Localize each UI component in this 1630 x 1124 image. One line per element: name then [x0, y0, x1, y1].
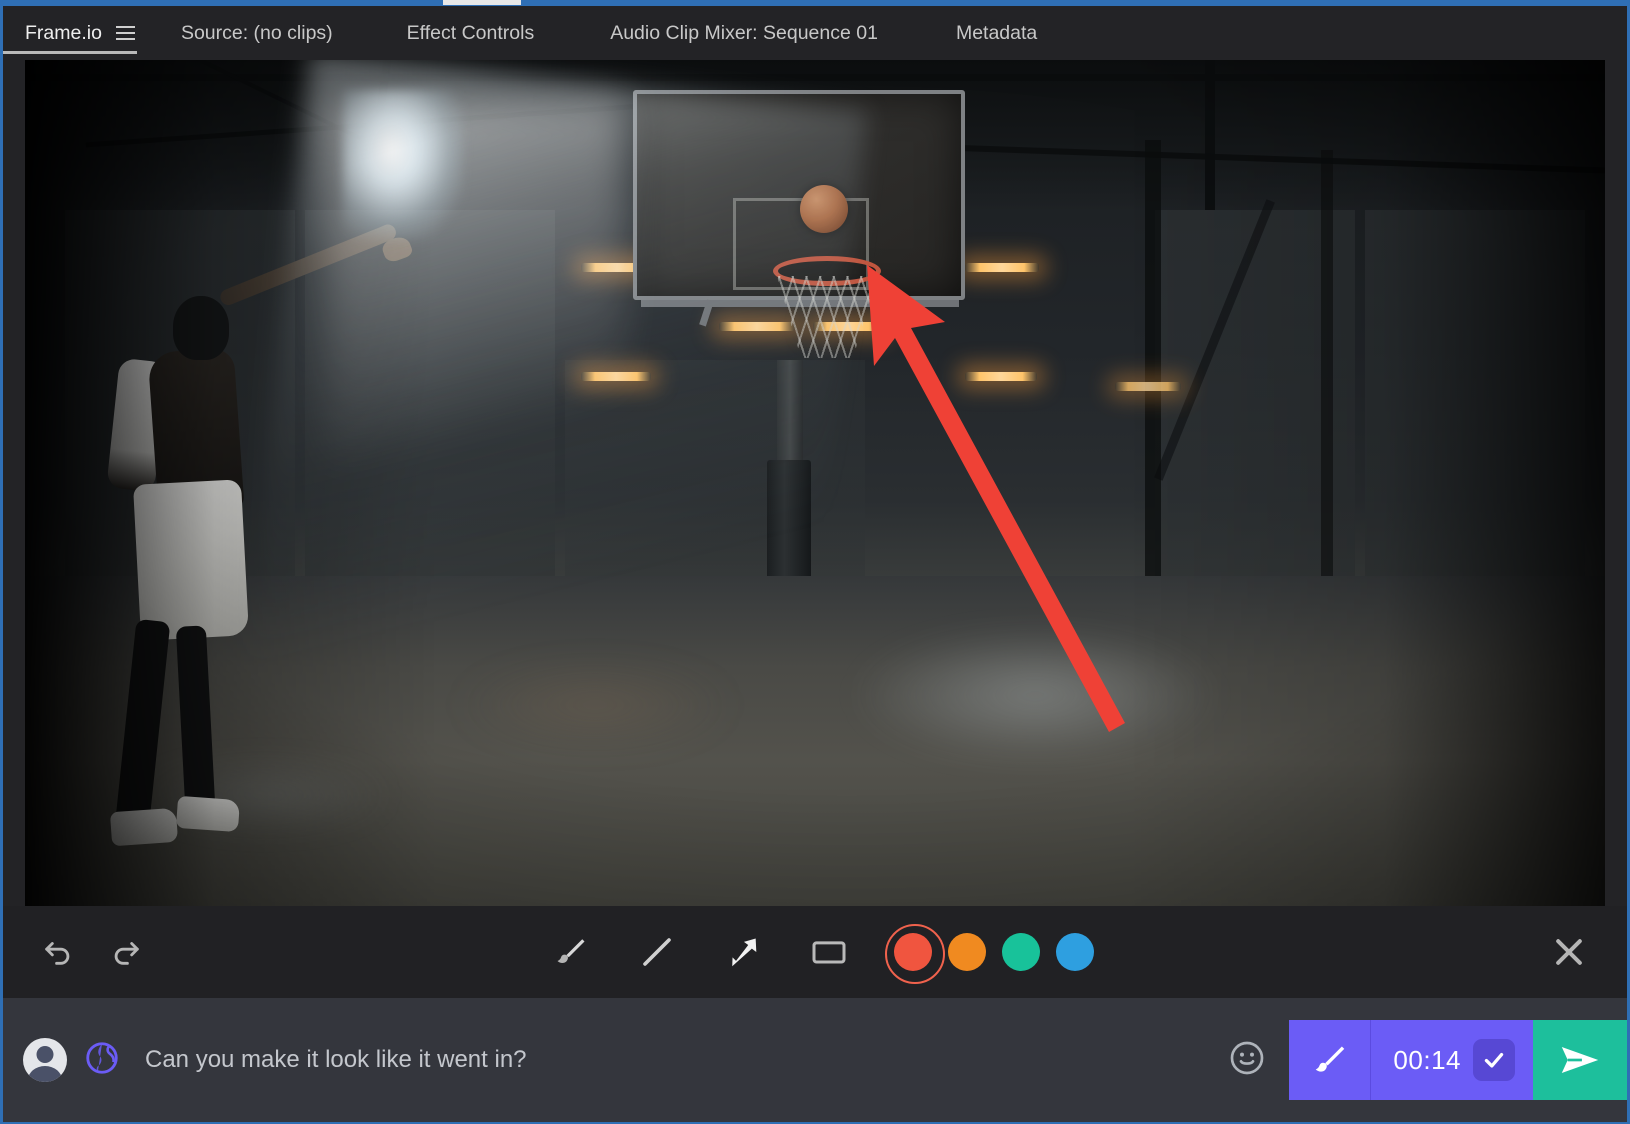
strip-light: [581, 372, 651, 381]
strip-light: [1115, 382, 1181, 391]
player-shoe: [109, 807, 179, 847]
redo-button[interactable]: [99, 925, 153, 979]
rafter-beam: [1205, 60, 1215, 210]
tab-source-label: Source: (no clips): [180, 21, 333, 44]
history-controls: [31, 925, 153, 979]
tab-metadata[interactable]: Metadata: [956, 6, 1037, 60]
window-top-sliver: [443, 0, 521, 5]
annotation-toolbar: [3, 906, 1627, 998]
panel-menu-icon[interactable]: [115, 26, 135, 40]
globe-icon[interactable]: [83, 1039, 121, 1082]
rectangle-tool[interactable]: [802, 925, 856, 979]
comment-draw-button[interactable]: [1289, 1020, 1372, 1100]
tab-effect-controls-label: Effect Controls: [406, 21, 535, 44]
comment-input[interactable]: [145, 1046, 1228, 1074]
brush-tool[interactable]: [544, 925, 598, 979]
floor-light-pool: [855, 630, 1215, 760]
rafter-beam: [25, 74, 1605, 81]
send-comment-button[interactable]: [1533, 1020, 1627, 1100]
strip-light: [719, 322, 795, 331]
tab-audio-clip-mixer[interactable]: Audio Clip Mixer: Sequence 01: [610, 6, 878, 60]
line-tool[interactable]: [630, 925, 684, 979]
comment-timestamp-label: 00:14: [1393, 1044, 1461, 1075]
skylight-glow: [343, 90, 463, 240]
strip-light: [965, 263, 1039, 272]
gym-floor: [25, 576, 1605, 906]
tab-audio-clip-mixer-label: Audio Clip Mixer: Sequence 01: [610, 21, 878, 44]
panel-tab-bar: Frame.io Source: (no clips) Effect Contr…: [3, 6, 1627, 60]
user-avatar[interactable]: [23, 1038, 67, 1082]
video-viewer[interactable]: [25, 60, 1605, 906]
color-swatch-orange[interactable]: [948, 933, 986, 971]
color-swatches: [885, 924, 1102, 984]
tab-source[interactable]: Source: (no clips): [181, 6, 333, 60]
color-swatch-blue[interactable]: [1056, 933, 1094, 971]
color-swatch-red[interactable]: [885, 924, 945, 984]
player-shorts: [132, 479, 250, 641]
tab-effect-controls[interactable]: Effect Controls: [407, 6, 535, 60]
avatar-body: [28, 1066, 62, 1082]
emoji-icon[interactable]: [1227, 1038, 1267, 1083]
undo-button[interactable]: [31, 925, 85, 979]
comment-timestamp-button[interactable]: 00:14: [1371, 1020, 1533, 1100]
player-shoe: [175, 795, 241, 833]
tab-frameio[interactable]: Frame.io: [3, 6, 137, 60]
basketball: [800, 185, 848, 233]
close-annotation-button[interactable]: [1549, 932, 1589, 972]
avatar-head: [36, 1046, 54, 1063]
tab-active-underline: [3, 51, 137, 54]
strip-light: [965, 372, 1037, 381]
tab-frameio-label: Frame.io: [25, 21, 102, 44]
frameio-panel-window: Frame.io Source: (no clips) Effect Contr…: [0, 0, 1630, 1124]
floor-wet-patch: [455, 660, 735, 750]
tab-metadata-label: Metadata: [955, 21, 1038, 44]
color-swatch-teal[interactable]: [1002, 933, 1040, 971]
comment-bar: 00:14: [3, 998, 1627, 1122]
drawing-tools-group: [528, 924, 1102, 984]
timestamp-checkbox[interactable]: [1473, 1039, 1515, 1081]
player-head: [173, 296, 229, 360]
arrow-tool[interactable]: [716, 925, 770, 979]
